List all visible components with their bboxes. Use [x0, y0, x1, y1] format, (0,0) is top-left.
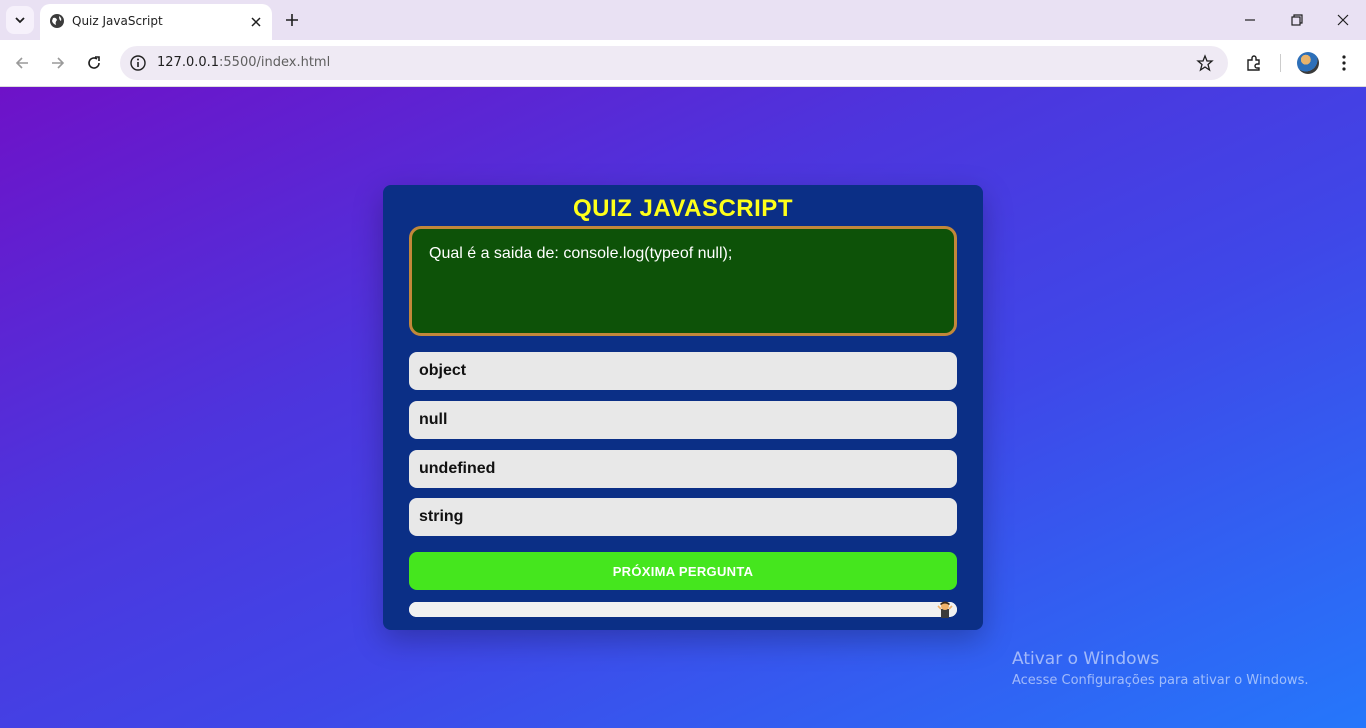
star-icon[interactable] — [1196, 54, 1214, 72]
tab-bar: Quiz JavaScript — [0, 0, 1366, 40]
quiz-card: QUIZ JAVASCRIPT Qual é a saida de: conso… — [383, 185, 983, 630]
windows-activation-watermark: Ativar o Windows Acesse Configurações pa… — [1012, 649, 1308, 688]
site-info-icon[interactable] — [129, 54, 147, 72]
question-text: Qual é a saida de: console.log(typeof nu… — [429, 245, 733, 262]
answer-label: undefined — [419, 460, 496, 477]
answer-label: object — [419, 362, 467, 379]
browser-toolbar: 127.0.0.1:5500/index.html — [0, 40, 1366, 87]
answer-label: string — [419, 508, 464, 525]
toolbar-divider — [1280, 54, 1281, 72]
url-host: 127.0.0.1 — [157, 55, 220, 70]
answer-button[interactable]: undefined — [409, 450, 957, 488]
tab-search-button[interactable] — [6, 6, 34, 34]
browser-tab[interactable]: Quiz JavaScript — [40, 4, 272, 40]
chevron-down-icon — [15, 17, 25, 24]
answer-label: null — [419, 411, 448, 428]
minimize-icon[interactable] — [1240, 10, 1260, 30]
answer-button[interactable]: null — [409, 401, 957, 439]
extensions-icon[interactable] — [1244, 53, 1264, 73]
quiz-title: QUIZ JAVASCRIPT — [573, 195, 793, 222]
close-icon[interactable] — [248, 14, 264, 30]
window-close-icon[interactable] — [1333, 10, 1353, 30]
next-question-label: PRÓXIMA PERGUNTA — [612, 563, 754, 579]
next-question-button[interactable]: PRÓXIMA PERGUNTA — [409, 552, 957, 590]
tab-title: Quiz JavaScript — [72, 14, 163, 28]
restore-icon[interactable] — [1287, 10, 1307, 30]
progress-fill — [409, 602, 957, 617]
url-path: :5500/index.html — [219, 55, 331, 70]
page-viewport: QUIZ JAVASCRIPT Qual é a saida de: conso… — [0, 87, 1366, 728]
avatar[interactable] — [1297, 52, 1319, 74]
progress-bar — [409, 601, 957, 618]
answer-button[interactable]: string — [409, 498, 957, 536]
forward-icon[interactable] — [48, 53, 68, 73]
answer-button[interactable]: object — [409, 352, 957, 390]
watermark-subtitle: Acesse Configurações para ativar o Windo… — [1012, 673, 1309, 688]
address-bar[interactable]: 127.0.0.1:5500/index.html — [120, 46, 1228, 80]
reload-icon[interactable] — [84, 53, 104, 73]
plus-icon[interactable] — [282, 10, 302, 30]
url-text[interactable]: 127.0.0.1:5500/index.html — [157, 55, 330, 70]
question-box: Qual é a saida de: console.log(typeof nu… — [409, 226, 957, 336]
watermark-title: Ativar o Windows — [1012, 649, 1160, 669]
more-icon[interactable] — [1334, 53, 1354, 73]
globe-icon — [50, 14, 64, 28]
person-icon — [937, 601, 953, 618]
back-icon[interactable] — [12, 53, 32, 73]
